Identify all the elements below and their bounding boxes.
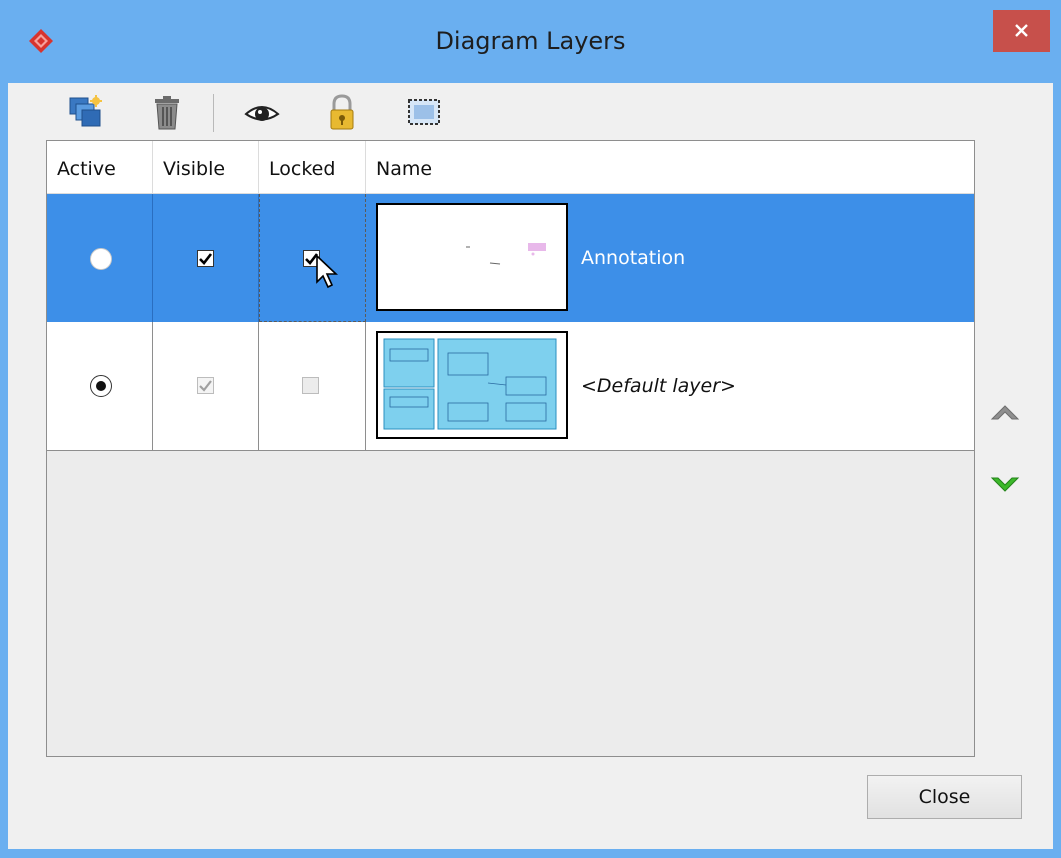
new-layer-icon bbox=[69, 95, 102, 127]
visible-cell bbox=[153, 194, 259, 322]
visible-checkbox[interactable] bbox=[197, 250, 214, 267]
layer-name: Annotation bbox=[581, 247, 686, 269]
title-bar: Diagram Layers bbox=[0, 0, 1061, 83]
visible-checkbox[interactable] bbox=[197, 377, 214, 394]
layer-thumbnail bbox=[376, 203, 568, 311]
move-down-button[interactable] bbox=[990, 474, 1020, 496]
name-cell: <Default layer> bbox=[366, 322, 974, 450]
delete-layer-button[interactable] bbox=[147, 93, 187, 133]
layer-name: <Default layer> bbox=[581, 375, 736, 397]
toolbar-separator bbox=[213, 94, 214, 132]
layers-table: Active Visible Locked Name Annotation <D… bbox=[46, 140, 975, 757]
active-cell bbox=[47, 322, 153, 450]
select-area-button[interactable] bbox=[404, 93, 444, 133]
close-icon bbox=[1015, 24, 1028, 37]
select-area-icon bbox=[408, 99, 440, 125]
window-close-button[interactable] bbox=[993, 10, 1050, 52]
lock-icon bbox=[330, 94, 354, 130]
column-header-active[interactable]: Active bbox=[47, 141, 153, 193]
active-radio[interactable] bbox=[90, 248, 112, 270]
trash-icon bbox=[155, 96, 179, 130]
toggle-visibility-button[interactable] bbox=[242, 93, 282, 133]
layer-thumbnail bbox=[376, 331, 568, 439]
close-button[interactable]: Close bbox=[867, 775, 1022, 819]
window-title: Diagram Layers bbox=[435, 27, 626, 55]
move-down-icon bbox=[990, 477, 1020, 492]
locked-cell bbox=[259, 322, 366, 450]
column-header-visible[interactable]: Visible bbox=[153, 141, 259, 193]
new-layer-button[interactable] bbox=[66, 93, 106, 133]
mouse-cursor-icon bbox=[316, 254, 339, 289]
table-header: Active Visible Locked Name bbox=[47, 141, 974, 194]
diagram-layers-window: Diagram Layers Active Visible Locked Nam… bbox=[0, 0, 1061, 858]
move-up-button[interactable] bbox=[990, 401, 1020, 423]
column-header-name[interactable]: Name bbox=[366, 141, 974, 193]
visible-cell bbox=[153, 322, 259, 450]
name-cell: Annotation bbox=[366, 194, 974, 322]
locked-checkbox[interactable] bbox=[302, 377, 319, 394]
toggle-lock-button[interactable] bbox=[322, 93, 362, 133]
active-radio[interactable] bbox=[90, 375, 112, 397]
active-cell bbox=[47, 194, 153, 322]
checkmark-icon bbox=[199, 380, 212, 392]
table-row-default-layer[interactable]: <Default layer> bbox=[47, 322, 974, 451]
move-up-icon bbox=[990, 405, 1020, 420]
eye-icon bbox=[244, 106, 280, 121]
checkmark-icon bbox=[199, 253, 213, 265]
locked-cell bbox=[259, 194, 366, 322]
table-row-annotation[interactable]: Annotation bbox=[47, 194, 974, 322]
column-header-locked[interactable]: Locked bbox=[259, 141, 366, 193]
